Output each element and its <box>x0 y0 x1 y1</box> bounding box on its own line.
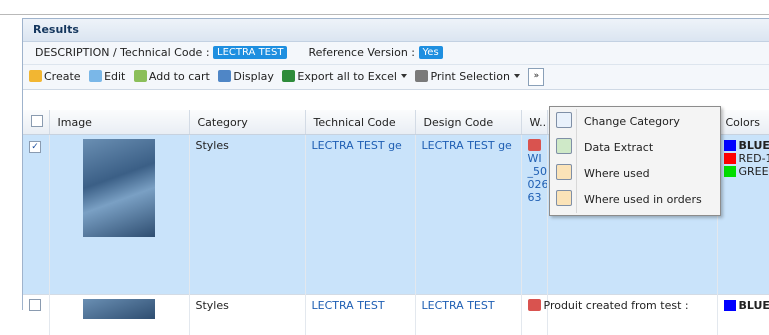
edit-label: Edit <box>104 70 125 83</box>
printer-icon <box>415 70 428 82</box>
image-cell <box>49 135 189 295</box>
note-text: Produit created from test : <box>544 299 689 312</box>
column-header-technical-code[interactable]: Technical Code <box>305 110 415 135</box>
create-label: Create <box>44 70 81 83</box>
document-icon[interactable] <box>528 299 541 311</box>
column-header-image[interactable]: Image <box>49 110 189 135</box>
column-header-category[interactable]: Category <box>189 110 305 135</box>
note-cell: Produit created from test : <box>547 295 717 335</box>
w-line: 63 <box>528 191 541 204</box>
more-actions-button[interactable]: » <box>528 68 544 86</box>
top-divider <box>0 14 769 15</box>
edit-button[interactable]: Edit <box>89 65 125 89</box>
reference-version-badge: Yes <box>419 46 443 59</box>
select-all-header[interactable] <box>23 110 49 135</box>
display-label: Display <box>233 70 274 83</box>
excel-icon <box>282 70 295 82</box>
cart-icon <box>134 70 147 82</box>
more-actions-menu: Change Category Data Extract Where used … <box>549 106 721 216</box>
description-value-badge: LECTRA TEST <box>213 46 287 59</box>
table-row[interactable]: Styles LECTRA TEST LECTRA TEST Produit c… <box>23 295 769 335</box>
w-line: WI <box>528 152 541 165</box>
category-cell: Styles <box>189 135 305 295</box>
data-extract-icon <box>556 138 572 154</box>
change-category-icon <box>556 112 572 128</box>
row-checkbox[interactable] <box>29 299 41 311</box>
product-thumbnail[interactable] <box>83 299 155 319</box>
print-selection-button[interactable]: Print Selection <box>415 65 520 89</box>
where-used-in-orders-icon <box>556 190 572 206</box>
print-label: Print Selection <box>430 70 510 83</box>
color-entry: BLUE- <box>724 299 769 312</box>
row-checkbox-cell[interactable] <box>23 295 49 335</box>
display-button[interactable]: Display <box>218 65 274 89</box>
row-checkbox-cell[interactable]: ✓ <box>23 135 49 295</box>
color-swatch <box>724 166 736 177</box>
select-all-checkbox[interactable] <box>31 115 43 127</box>
design-code-link[interactable]: LECTRA TEST ge <box>415 135 521 295</box>
display-icon <box>218 70 231 82</box>
document-icon[interactable] <box>528 139 541 151</box>
chevron-down-icon <box>401 74 407 78</box>
menu-separator <box>576 109 577 213</box>
w-line: 026 <box>528 178 541 191</box>
technical-code-link[interactable]: LECTRA TEST <box>305 295 415 335</box>
design-code-link[interactable]: LECTRA TEST <box>415 295 521 335</box>
export-label: Export all to Excel <box>297 70 397 83</box>
color-swatch <box>724 153 736 164</box>
create-button[interactable]: Create <box>29 65 81 89</box>
column-header-colors[interactable]: Colors <box>717 110 769 135</box>
color-entry: GREEN <box>724 165 769 178</box>
w-line: _50 <box>528 165 541 178</box>
category-cell: Styles <box>189 295 305 335</box>
product-thumbnail[interactable] <box>83 139 155 237</box>
color-swatch <box>724 140 736 151</box>
toolbar: Create Edit Add to cart Display Export a… <box>23 65 769 90</box>
color-swatch <box>724 300 736 311</box>
color-entry: RED-1 <box>724 152 769 165</box>
edit-icon <box>89 70 102 82</box>
reference-version-label: Reference Version : <box>308 46 415 59</box>
where-used-icon <box>556 164 572 180</box>
panel-title: Results <box>23 19 769 42</box>
w-cell: WI _50 026 63 <box>521 135 547 295</box>
add-to-cart-label: Add to cart <box>149 70 210 83</box>
create-icon <box>29 70 42 82</box>
colors-cell: BLUE- <box>717 295 769 335</box>
column-header-design-code[interactable]: Design Code <box>415 110 521 135</box>
description-label: DESCRIPTION / Technical Code : <box>35 46 210 59</box>
technical-code-link[interactable]: LECTRA TEST ge <box>305 135 415 295</box>
row-checkbox[interactable]: ✓ <box>29 141 41 153</box>
column-header-w[interactable]: W.. <box>521 110 547 135</box>
image-cell <box>49 295 189 335</box>
colors-cell: BLUE- RED-1 GREEN <box>717 135 769 295</box>
color-entry: BLUE- <box>724 139 769 152</box>
add-to-cart-button[interactable]: Add to cart <box>134 65 210 89</box>
export-excel-button[interactable]: Export all to Excel <box>282 65 407 89</box>
chevron-down-icon <box>514 74 520 78</box>
info-bar: DESCRIPTION / Technical Code : LECTRA TE… <box>23 42 769 65</box>
